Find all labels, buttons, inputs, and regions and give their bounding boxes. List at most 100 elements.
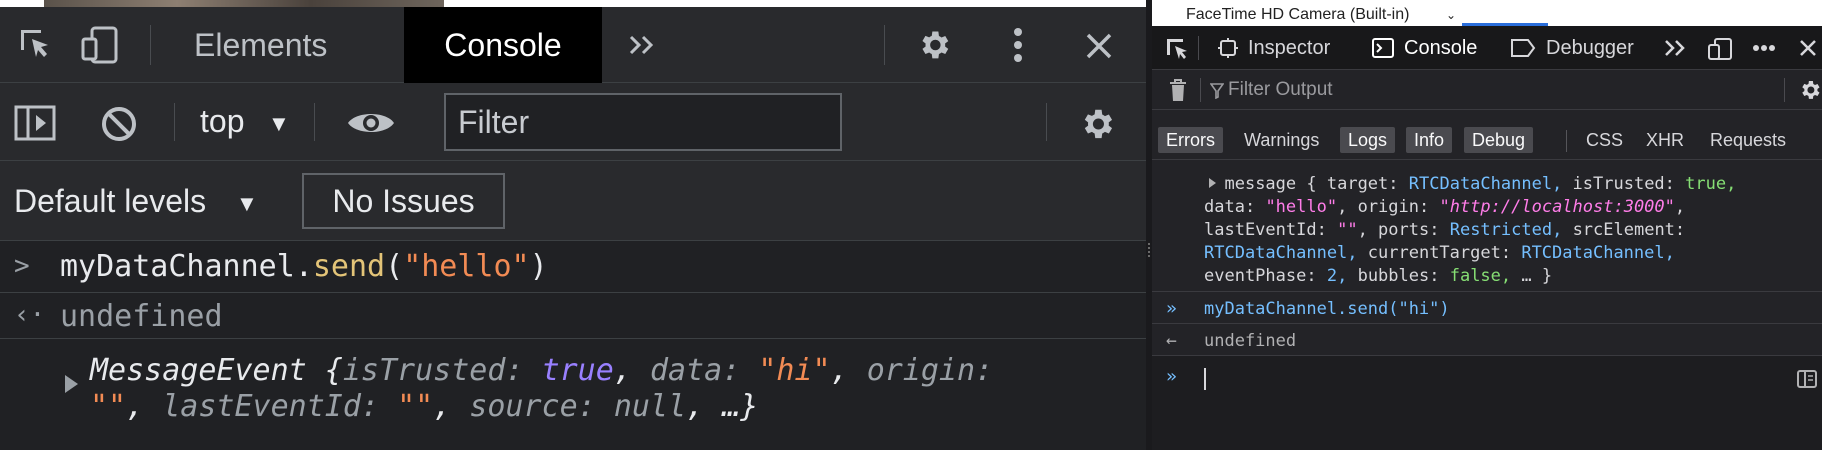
device-toggle-icon[interactable] [80, 25, 120, 65]
editor-mode-icon[interactable] [1797, 370, 1817, 388]
value-origin: "" [90, 389, 127, 424]
result-arrow-icon: ← [1166, 330, 1177, 351]
toolbar-divider [1046, 103, 1047, 141]
key-istrusted: isTrusted: [342, 353, 524, 388]
key-source: source: [469, 389, 596, 424]
sidebar-toggle-icon[interactable] [14, 105, 56, 141]
log-levels-dropdown[interactable]: Default levels [14, 183, 206, 220]
key-bubbles: bubbles: [1357, 266, 1440, 286]
message-object[interactable]: message { target: RTCDataChannel, isTrus… [1204, 173, 1736, 288]
message-event-log: message { target: RTCDataChannel, isTrus… [1152, 160, 1822, 292]
filter-warnings-toggle[interactable]: Warnings [1236, 127, 1327, 153]
text-caret [1204, 368, 1206, 390]
console-log: > myDataChannel.send("hello") ‹· undefin… [0, 241, 1146, 450]
filter-debug-toggle[interactable]: Debug [1464, 127, 1534, 153]
tab-debugger[interactable]: Debugger [1510, 26, 1634, 70]
toolbar-divider [1784, 78, 1785, 102]
close-icon[interactable] [1798, 38, 1818, 58]
firefox-tab-bar: Inspector Console Debugger [1152, 26, 1822, 70]
key-lasteventid: lastEventId: [1204, 220, 1327, 240]
toolbar-divider [150, 25, 151, 65]
object-line-2: "", lastEventId: "", source: null, …} [90, 389, 759, 424]
value-bubbles: false, [1449, 266, 1512, 286]
key-target: target: [1326, 174, 1399, 194]
console-settings-gear-icon[interactable] [1078, 105, 1116, 143]
object-ellipsis: …} [722, 389, 759, 424]
value-origin: "http://localhost:3000" [1439, 197, 1675, 217]
close-icon[interactable] [1084, 31, 1114, 61]
devtools-screenshot: Elements Console top ▼ Filter Default le… [0, 0, 1822, 450]
console-command[interactable]: myDataChannel.send("hello") [60, 249, 548, 284]
tab-console[interactable]: Console [1372, 26, 1477, 70]
filter-xhr-toggle[interactable]: XHR [1638, 127, 1692, 153]
object-line-5: eventPhase: 2, bubbles: false, … } [1204, 265, 1736, 288]
tab-inspector-label: Inspector [1248, 36, 1331, 59]
value-lasteventid: "" [1337, 220, 1358, 240]
trash-icon[interactable] [1168, 77, 1188, 103]
value-data: "hi" [758, 353, 831, 388]
tab-elements-label: Elements [194, 26, 328, 63]
more-tabs-chevron-icon[interactable] [628, 34, 656, 56]
element-picker-icon[interactable] [1164, 36, 1190, 62]
console-message-row: MessageEvent {isTrusted: true, data: "hi… [0, 339, 1146, 450]
value-lasteventid: "" [397, 389, 434, 424]
console-settings-gear-icon[interactable] [1798, 78, 1822, 102]
code-paren-close: ) [529, 249, 548, 284]
console-command[interactable]: myDataChannel.send("hi") [1204, 299, 1450, 319]
value-data: "hello" [1265, 197, 1338, 217]
filter-output-input[interactable] [1226, 76, 1726, 104]
tab-console[interactable]: Console [404, 7, 602, 83]
command-object: myDataChannel [60, 249, 295, 284]
message-event-object[interactable]: MessageEvent {isTrusted: true, data: "hi… [90, 353, 1090, 425]
key-currenttarget: currentTarget: [1367, 243, 1512, 263]
more-options-icon[interactable] [1752, 44, 1776, 52]
console-input-area[interactable]: » [1152, 356, 1822, 450]
console-input-row: > myDataChannel.send("hello") [0, 241, 1146, 293]
filter-logs-toggle[interactable]: Logs [1340, 127, 1396, 153]
filter-requests-toggle[interactable]: Requests [1702, 127, 1794, 153]
key-srcelement: srcElement: [1572, 220, 1686, 240]
toolbar-divider [884, 25, 885, 65]
result-arrow-icon: ‹· [14, 300, 46, 330]
toolbar-divider [1200, 78, 1201, 102]
chevron-down-icon: ▼ [236, 191, 258, 216]
key-istrusted: isTrusted: [1572, 174, 1675, 194]
command-method: send [312, 249, 386, 284]
inspect-element-icon[interactable] [18, 27, 54, 63]
event-type: MessageEvent [90, 353, 307, 388]
input-chevron-icon: » [1166, 366, 1177, 387]
settings-gear-icon[interactable] [916, 27, 952, 63]
execution-context-select[interactable]: top [200, 103, 244, 140]
camera-select[interactable]: FaceTime HD Camera (Built-in) [1186, 6, 1409, 24]
filter-errors-toggle[interactable]: Errors [1158, 127, 1223, 153]
console-filter-input[interactable] [444, 93, 842, 151]
toolbar-divider [174, 103, 175, 141]
dock-mode-icon[interactable] [1707, 37, 1733, 61]
chevron-down-icon: ⌄ [1446, 8, 1457, 22]
chrome-devtools-panel: Elements Console top ▼ Filter Default le… [0, 0, 1146, 450]
issues-button[interactable]: No Issues [302, 173, 505, 229]
filter-css-toggle[interactable]: CSS [1578, 127, 1631, 153]
firefox-console-output: message { target: RTCDataChannel, isTrus… [1152, 160, 1822, 450]
tab-console-label: Console [444, 26, 562, 63]
object-ellipsis: … } [1521, 266, 1553, 286]
value-currenttarget: RTCDataChannel, [1521, 243, 1675, 263]
tab-inspector[interactable]: Inspector [1218, 26, 1330, 70]
input-prompt-icon: > [14, 251, 30, 281]
key-data: data: [649, 353, 741, 388]
tab-elements[interactable]: Elements [194, 7, 334, 83]
live-expression-eye-icon[interactable] [346, 107, 396, 139]
key-origin: origin: [1357, 197, 1430, 217]
clear-console-icon[interactable] [100, 105, 138, 143]
more-tabs-chevron-icon[interactable] [1664, 39, 1686, 57]
console-command-row: » myDataChannel.send("hi") [1152, 292, 1822, 324]
console-toolbar: top ▼ [0, 83, 1146, 161]
value-istrusted: true, [1685, 174, 1737, 194]
more-options-icon[interactable] [1010, 25, 1026, 65]
firefox-level-filters: Errors Warnings Logs Info Debug CSS XHR … [1152, 110, 1822, 160]
object-line-3: lastEventId: "", ports: Restricted, srcE… [1204, 220, 1686, 240]
filter-info-toggle[interactable]: Info [1406, 127, 1453, 153]
issues-label: No Issues [332, 182, 475, 219]
value-source: null [613, 389, 687, 424]
expand-triangle-icon[interactable] [65, 375, 78, 393]
